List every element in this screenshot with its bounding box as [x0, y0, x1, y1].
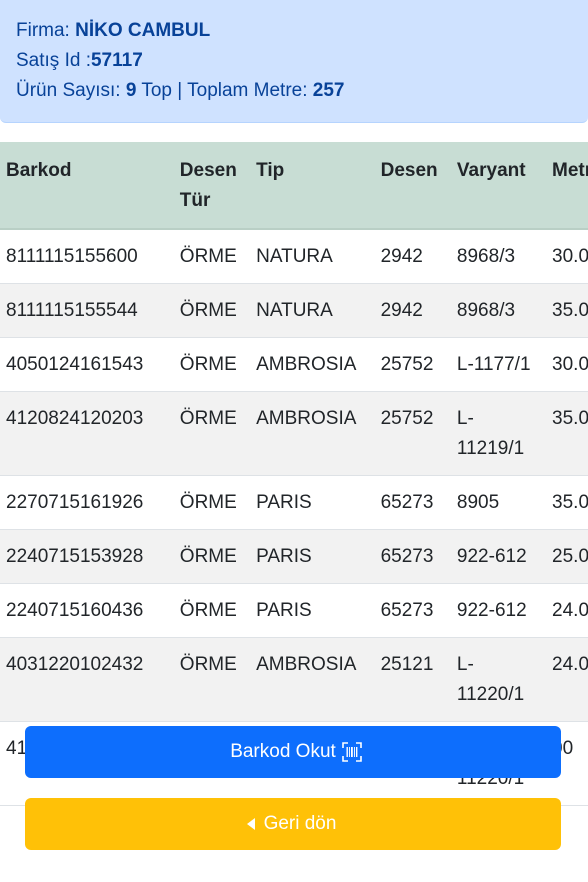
satis-id-value: 57117: [90, 50, 143, 71]
cell-tip: PARIS: [250, 583, 375, 638]
scan-barcode-label: Barkod Okut: [230, 741, 336, 762]
top-unit-label: Top | Toplam Metre:: [141, 80, 308, 101]
cell-metre: 25.00: [546, 529, 588, 584]
table-header-row: Barkod Desen Tür Tip Desen Varyant Metre: [0, 142, 588, 230]
cell-varyant: L-11219/1: [450, 391, 547, 476]
column-header-varyant: Varyant: [450, 142, 547, 230]
urun-sayisi-label: Ürün Sayısı:: [16, 80, 121, 101]
cell-tip: PARIS: [250, 475, 375, 530]
cell-varyant: 922-612: [450, 529, 547, 584]
cell-tur: ÖRME: [173, 229, 251, 284]
cell-tur: ÖRME: [173, 637, 251, 722]
cell-desen: 2942: [374, 229, 451, 284]
back-button[interactable]: Geri dön: [25, 798, 561, 850]
cell-tur: ÖRME: [173, 391, 251, 476]
cell-tur: ÖRME: [173, 475, 251, 530]
toplam-metre-value: 257: [312, 80, 345, 101]
urun-sayisi-value: 9: [125, 80, 137, 101]
back-button-label: Geri dön: [263, 813, 337, 834]
cell-barkod: 4050124161543: [0, 337, 174, 392]
cell-tip: NATURA: [250, 283, 375, 338]
table-row: 4050124161543 ÖRME AMBROSIA 25752 L-1177/1 30…: [0, 337, 588, 392]
table-row: 2270715161926ÖRMEPARIS65273890535.00: [0, 475, 588, 530]
cell-varyant: L-1177/1: [450, 337, 547, 392]
cell-metre: 35.00: [546, 475, 588, 530]
cell-barkod: 8111115155544: [0, 283, 174, 338]
firma-line: Firma: NİKO CAMBUL: [16, 16, 572, 46]
cell-tur: ÖRME: [173, 583, 251, 638]
cell-varyant: 8905: [450, 475, 547, 530]
cell-tip: PARIS: [250, 529, 375, 584]
cell-barkod: 2240715160436: [0, 583, 174, 638]
cell-tip: NATURA: [250, 229, 375, 284]
satis-id-label: Satış Id :: [16, 50, 91, 71]
table-row: 4120824120203 ÖRME AMBROSIA 25752 L-11219/1 3…: [0, 391, 588, 476]
table-row: 4031220102432 ÖRME AMBROSIA 25121 L-11220/1 2…: [0, 637, 588, 722]
cell-desen: 2942: [374, 283, 451, 338]
cell-desen: 65273: [374, 529, 451, 584]
column-header-tip: Tip: [250, 142, 375, 230]
cell-tur: ÖRME: [173, 283, 251, 338]
cell-varyant: L-11220/1: [450, 637, 547, 722]
cell-tip: AMBROSIA: [250, 637, 375, 722]
cell-desen: 25752: [374, 337, 451, 392]
barcode-icon: [341, 742, 362, 762]
cell-barkod: 4031220102432: [0, 637, 174, 722]
cell-varyant: 8968/3: [450, 283, 547, 338]
cell-metre: 24.00: [546, 637, 588, 722]
table-row: 8111115155544ÖRMENATURA29428968/335.00: [0, 283, 588, 338]
scan-barcode-button[interactable]: Barkod Okut: [25, 726, 561, 778]
cell-tur: ÖRME: [173, 337, 251, 392]
sale-info-box: Firma: NİKO CAMBUL Satış Id :57117 Ürün …: [0, 0, 588, 123]
cell-varyant: 922-612: [450, 583, 547, 638]
column-header-barkod: Barkod: [0, 142, 174, 230]
table-body: 8111115155600ÖRMENATURA29428968/330.0081…: [0, 229, 588, 806]
satis-id-line: Satış Id :57117: [16, 46, 572, 76]
cell-metre: 30.00: [546, 229, 588, 284]
column-header-metre: Metre: [546, 142, 588, 230]
cell-metre: 24.00: [546, 583, 588, 638]
cell-tip: AMBROSIA: [250, 337, 375, 392]
cell-desen: 25121: [374, 637, 451, 722]
cell-tur: ÖRME: [173, 529, 251, 584]
cell-metre: 30.00: [546, 337, 588, 392]
caret-left-icon: [244, 816, 258, 832]
cell-metre: 35.00: [546, 283, 588, 338]
items-table: Barkod Desen Tür Tip Desen Varyant Metre…: [0, 142, 588, 806]
cell-desen: 65273: [374, 583, 451, 638]
cell-varyant: 8968/3: [450, 229, 547, 284]
cell-metre: 35.00: [546, 391, 588, 476]
cell-barkod: 2270715161926: [0, 475, 174, 530]
cell-barkod: 8111115155600: [0, 229, 174, 284]
table-row: 2240715160436ÖRMEPARIS65273922-61224.00: [0, 583, 588, 638]
cell-barkod: 2240715153928: [0, 529, 174, 584]
summary-line: Ürün Sayısı: 9 Top | Toplam Metre: 257: [16, 76, 572, 106]
cell-barkod: 4120824120203: [0, 391, 174, 476]
cell-desen: 25752: [374, 391, 451, 476]
firma-label: Firma:: [16, 20, 70, 41]
cell-desen: 65273: [374, 475, 451, 530]
table-row: 8111115155600ÖRMENATURA29428968/330.00: [0, 229, 588, 284]
column-header-desen: Desen: [374, 142, 451, 230]
firma-value: NİKO CAMBUL: [75, 20, 211, 41]
column-header-desen-tur: Desen Tür: [173, 142, 251, 230]
table-row: 2240715153928ÖRMEPARIS65273922-61225.00: [0, 529, 588, 584]
cell-tip: AMBROSIA: [250, 391, 375, 476]
